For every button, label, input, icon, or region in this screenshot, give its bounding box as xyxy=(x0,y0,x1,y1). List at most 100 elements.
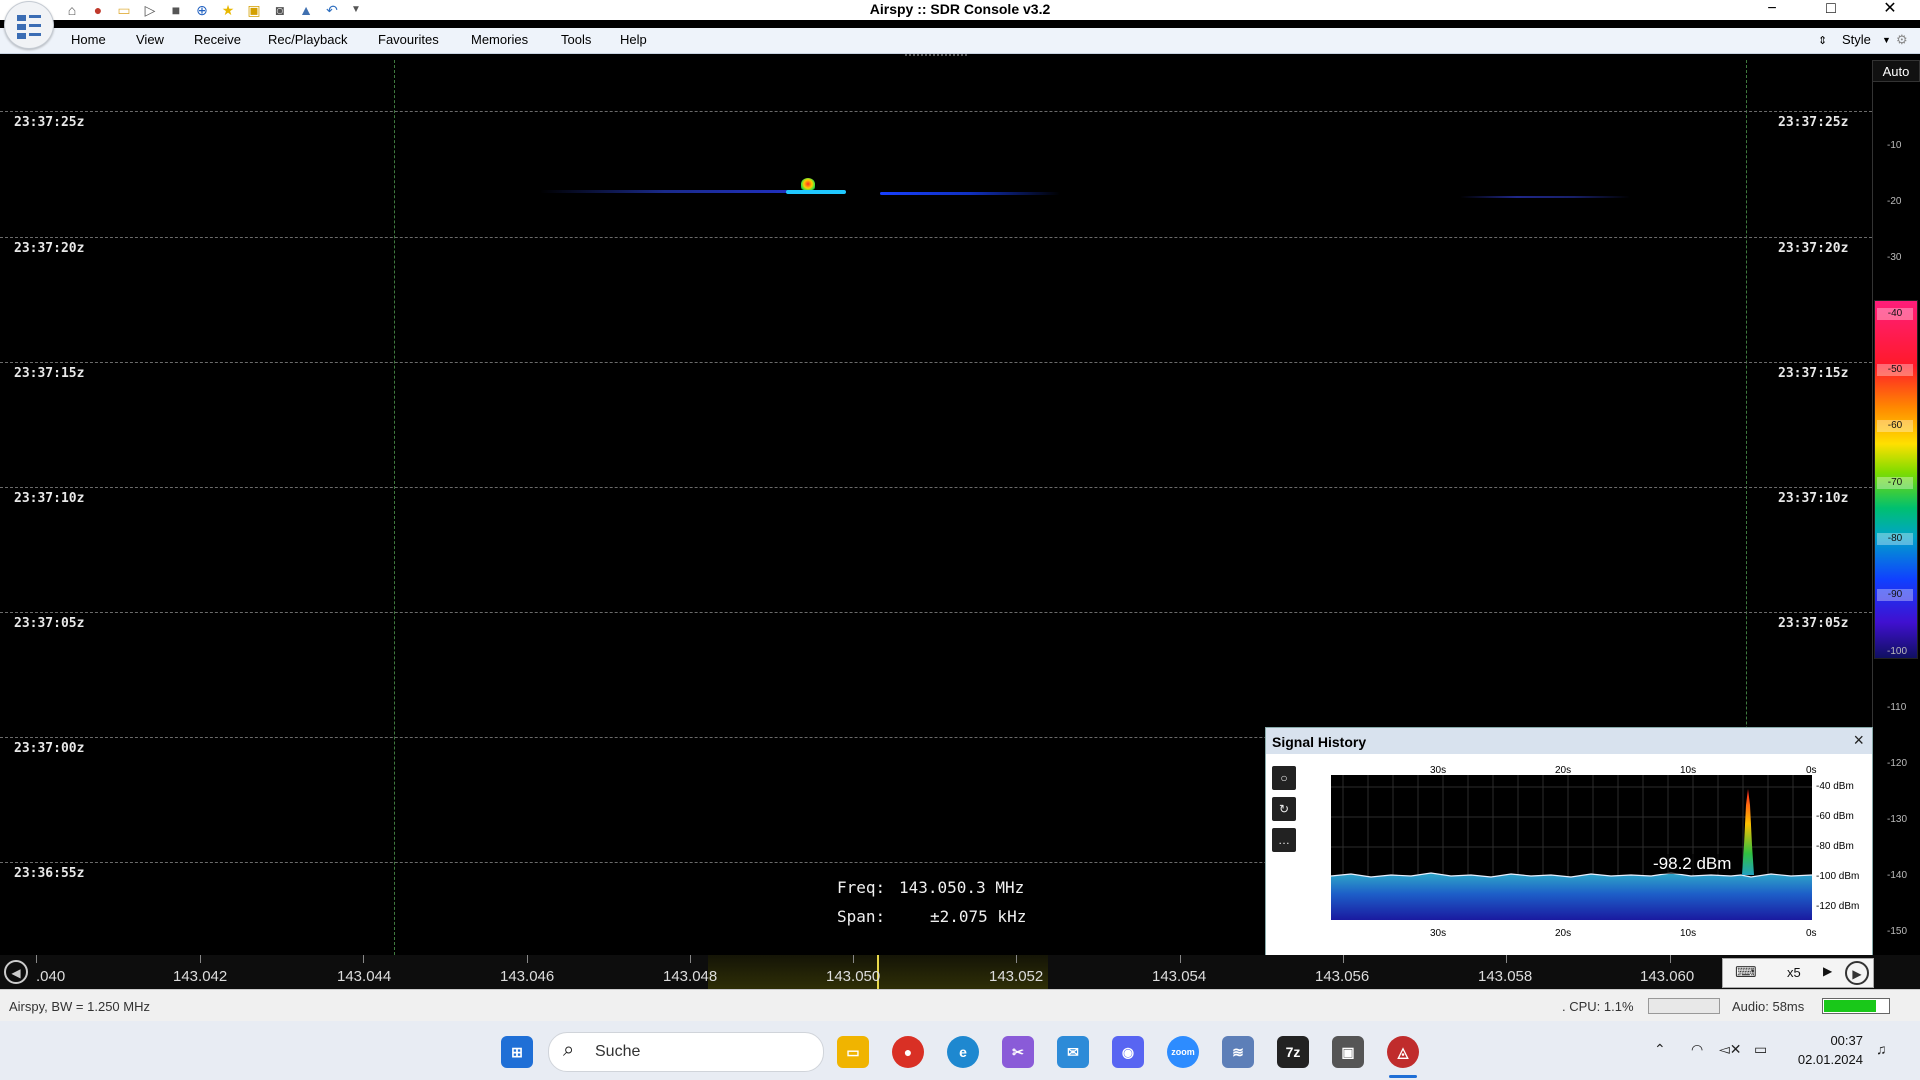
record-icon[interactable]: ● xyxy=(88,1,108,19)
add-icon[interactable]: ⊕ xyxy=(192,1,212,19)
clock[interactable]: 00:37 02.01.2024 xyxy=(1793,1031,1863,1069)
minimize-button[interactable]: − xyxy=(1744,0,1800,20)
scale-tick: -30 xyxy=(1887,252,1902,263)
chevron-up-icon[interactable]: ⌃ xyxy=(1654,1041,1666,1058)
sh-ylabel: -80 dBm xyxy=(1816,841,1854,852)
window-app-icon[interactable]: ▣ xyxy=(1332,1036,1364,1068)
keyboard-icon[interactable]: ⌨ xyxy=(1735,963,1757,981)
zoom-icon[interactable]: zoom xyxy=(1167,1036,1199,1068)
zoom-arrow-icon[interactable]: ▶ xyxy=(1823,964,1832,978)
signal-history-plot[interactable] xyxy=(1331,775,1812,920)
close-button[interactable]: ✕ xyxy=(1862,0,1918,20)
scale-tick: -40 xyxy=(1877,308,1913,320)
rocket-icon[interactable]: ▲ xyxy=(296,1,316,19)
scroll-right-button[interactable]: ▶ xyxy=(1845,961,1869,985)
camera-icon[interactable]: ◙ xyxy=(270,1,290,19)
maximize-button[interactable]: □ xyxy=(1803,0,1859,20)
zoom-level[interactable]: x5 xyxy=(1787,965,1801,980)
audio-meter xyxy=(1822,998,1890,1014)
sh-xlabel: 10s xyxy=(1680,928,1697,939)
settings-icon[interactable]: ⚙ xyxy=(1896,32,1908,48)
undo-icon[interactable]: ↶ xyxy=(322,1,342,19)
scale-tick: -10 xyxy=(1887,140,1902,151)
signal-history-title: Signal History xyxy=(1272,734,1367,750)
search-box[interactable]: ⌕ Suche xyxy=(548,1032,824,1072)
7zip-icon[interactable]: 7z xyxy=(1277,1036,1309,1068)
sh-ylabel: -100 dBm xyxy=(1816,871,1860,882)
freq-tick-label: 143.050 xyxy=(826,968,881,985)
auto-button[interactable]: Auto xyxy=(1872,60,1920,82)
mail-icon[interactable]: ✉ xyxy=(1057,1036,1089,1068)
signal-trace xyxy=(880,192,1060,195)
clock-date: 02.01.2024 xyxy=(1797,1052,1863,1067)
scale-tick: -60 xyxy=(1877,420,1913,432)
style-dropdown-icon[interactable]: ▼ xyxy=(1882,35,1891,45)
sdr-console-icon[interactable]: ◬ xyxy=(1387,1036,1419,1068)
lock-icon[interactable]: ▣ xyxy=(244,1,264,19)
grid-hline xyxy=(0,487,1872,488)
scale-tick: -110 xyxy=(1887,702,1907,713)
dropdown-icon[interactable]: ▼ xyxy=(346,1,366,19)
panel-splitter[interactable] xyxy=(905,54,967,58)
frequency-axis[interactable]: ◀ .040 143.042 143.044 143.046 143.048 1… xyxy=(0,955,1920,989)
time-label: 23:37:25z xyxy=(1778,114,1872,132)
freq-tick-label: 143.054 xyxy=(1152,968,1207,985)
scale-tick: -130 xyxy=(1887,814,1908,825)
taskbar: ⊞ ⌕ Suche ▭ ● e ✂ ✉ ◉ zoom ≋ 7z ▣ ◬ ⌃ ◠ … xyxy=(0,1021,1920,1080)
menu-receive[interactable]: Receive xyxy=(194,32,241,47)
menu-tools[interactable]: Tools xyxy=(561,32,591,47)
favourite-icon[interactable]: ★ xyxy=(218,1,238,19)
signal-history-header[interactable]: Signal History × xyxy=(1266,728,1872,754)
home-icon[interactable]: ⌂ xyxy=(62,1,82,19)
more-icon[interactable]: … xyxy=(1272,828,1296,852)
folder-icon[interactable]: ▭ xyxy=(114,1,134,19)
edge-icon[interactable]: e xyxy=(947,1036,979,1068)
freq-tick-label: 143.048 xyxy=(663,968,718,985)
scale-tick: -50 xyxy=(1877,364,1913,376)
record-history-icon[interactable]: ○ xyxy=(1272,766,1296,790)
file-explorer-icon[interactable]: ▭ xyxy=(837,1036,869,1068)
chrome-icon[interactable]: ● xyxy=(892,1036,924,1068)
app-icon[interactable]: ≋ xyxy=(1222,1036,1254,1068)
refresh-icon[interactable]: ↻ xyxy=(1272,797,1296,821)
stop-icon[interactable]: ■ xyxy=(166,1,186,19)
scale-tick: -80 xyxy=(1877,533,1913,545)
noise-floor-area xyxy=(1331,873,1812,920)
freq-tick-label: 143.056 xyxy=(1315,968,1370,985)
menu-memories[interactable]: Memories xyxy=(471,32,528,47)
scale-tick: -20 xyxy=(1887,196,1902,207)
title-bar: ⌂ ● ▭ ▷ ■ ⊕ ★ ▣ ◙ ▲ ↶ ▼ Airspy :: SDR Co… xyxy=(0,0,1920,20)
app-menu-button[interactable] xyxy=(4,1,54,49)
time-label: 23:37:20z xyxy=(1778,240,1872,258)
close-icon[interactable]: × xyxy=(1853,730,1864,751)
time-label: 23:36:55z xyxy=(14,865,109,883)
signal-trace xyxy=(786,190,846,194)
battery-icon[interactable]: ▭ xyxy=(1754,1041,1767,1058)
notification-bell-icon[interactable]: ♫ xyxy=(1876,1041,1887,1057)
grid-hline xyxy=(0,111,1872,112)
wifi-icon[interactable]: ◠ xyxy=(1691,1041,1703,1058)
style-menu[interactable]: Style xyxy=(1842,32,1871,47)
snipping-tool-icon[interactable]: ✂ xyxy=(1002,1036,1034,1068)
menu-help[interactable]: Help xyxy=(620,32,647,47)
freq-tick-label: 143.052 xyxy=(989,968,1044,985)
play-icon[interactable]: ▷ xyxy=(140,1,160,19)
start-icon[interactable]: ⊞ xyxy=(501,1036,533,1068)
freq-tick-label: 143.058 xyxy=(1478,968,1533,985)
menu-home[interactable]: Home xyxy=(71,32,106,47)
device-status: Airspy, BW = 1.250 MHz xyxy=(9,999,150,1014)
scroll-left-button[interactable]: ◀ xyxy=(4,960,28,984)
time-label: 23:37:00z xyxy=(14,740,109,758)
sh-xlabel: 20s xyxy=(1555,928,1572,939)
speaker-muted-icon[interactable]: ◅✕ xyxy=(1719,1041,1742,1058)
menu-view[interactable]: View xyxy=(136,32,164,47)
audio-meter-fill xyxy=(1824,1000,1876,1012)
active-indicator xyxy=(1389,1075,1417,1078)
discord-icon[interactable]: ◉ xyxy=(1112,1036,1144,1068)
menu-favourites[interactable]: Favourites xyxy=(378,32,439,47)
span-value: ±2.075 kHz xyxy=(930,907,1027,926)
menu-rec-playback[interactable]: Rec/Playback xyxy=(268,32,347,47)
freq-label: Freq: xyxy=(837,878,886,897)
menu-bar: Home View Receive Rec/Playback Favourite… xyxy=(0,28,1920,54)
scale-tick: -90 xyxy=(1877,589,1913,601)
